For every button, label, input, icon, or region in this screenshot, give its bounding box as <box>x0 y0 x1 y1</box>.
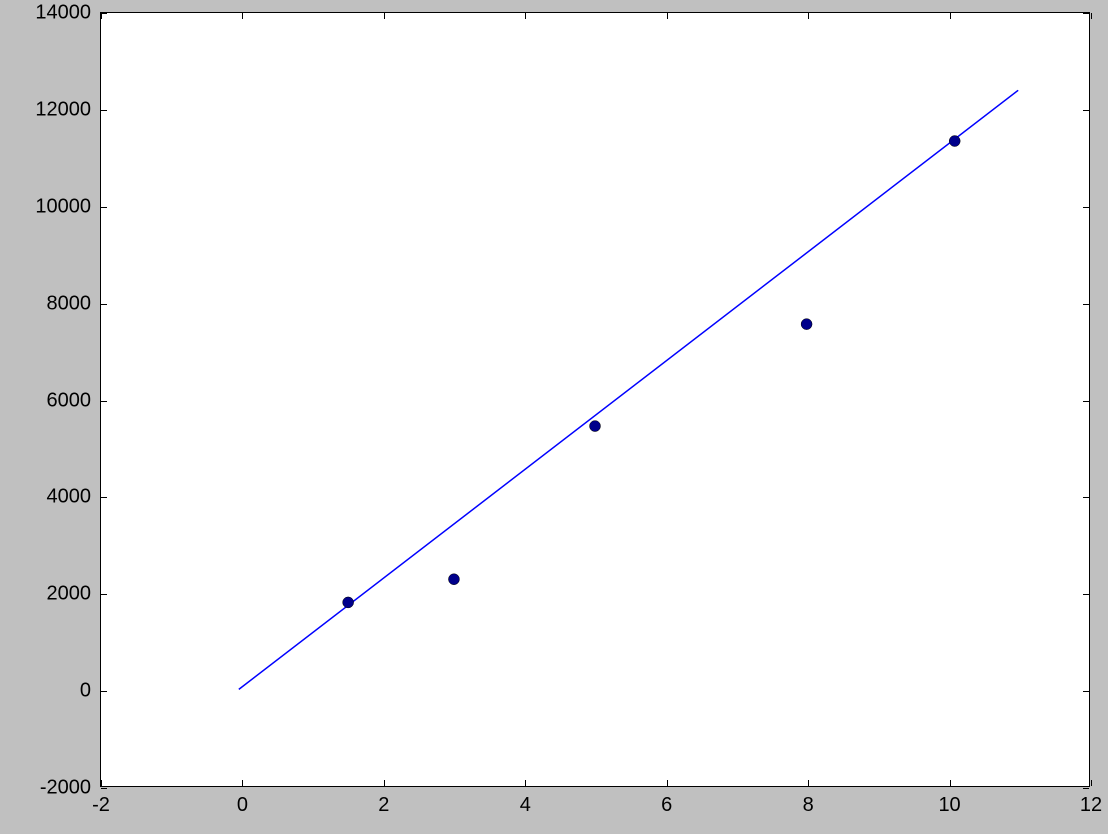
y-tick-mark <box>101 304 107 305</box>
x-tick-mark <box>667 13 668 19</box>
y-tick-mark <box>101 110 107 111</box>
y-tick-label: 2000 <box>47 583 92 606</box>
y-tick-mark <box>1083 207 1089 208</box>
x-tick-mark <box>667 780 668 786</box>
x-tick-label: 12 <box>1080 794 1102 817</box>
x-tick-mark <box>384 780 385 786</box>
y-tick-mark <box>1083 691 1089 692</box>
y-tick-label: 6000 <box>47 389 92 412</box>
x-tick-label: 8 <box>803 794 814 817</box>
x-tick-mark <box>525 13 526 19</box>
x-tick-mark <box>1091 780 1092 786</box>
y-tick-mark <box>101 207 107 208</box>
x-tick-mark <box>1091 13 1092 19</box>
y-tick-label: 10000 <box>35 195 91 218</box>
chart-svg <box>101 13 1089 786</box>
x-tick-mark <box>525 780 526 786</box>
y-tick-mark <box>1083 110 1089 111</box>
data-point <box>590 421 601 432</box>
y-tick-mark <box>1083 497 1089 498</box>
data-point <box>949 136 960 147</box>
y-tick-label: -2000 <box>40 777 91 800</box>
data-point <box>343 597 354 608</box>
y-tick-mark <box>1083 13 1089 14</box>
y-tick-mark <box>101 691 107 692</box>
x-tick-mark <box>242 780 243 786</box>
y-tick-label: 12000 <box>35 98 91 121</box>
y-tick-mark <box>101 497 107 498</box>
y-tick-mark <box>101 13 107 14</box>
x-tick-mark <box>808 13 809 19</box>
x-tick-mark <box>950 780 951 786</box>
y-tick-label: 0 <box>80 680 91 703</box>
y-tick-mark <box>1083 304 1089 305</box>
x-tick-label: 2 <box>378 794 389 817</box>
chart-plot-area: -2024681012-2000020004000600080001000012… <box>100 12 1090 787</box>
y-tick-mark <box>101 401 107 402</box>
x-tick-label: 10 <box>938 794 960 817</box>
x-tick-label: 4 <box>520 794 531 817</box>
x-tick-label: -2 <box>92 794 110 817</box>
y-tick-mark <box>1083 788 1089 789</box>
x-tick-mark <box>101 780 102 786</box>
y-tick-mark <box>1083 401 1089 402</box>
y-tick-mark <box>101 788 107 789</box>
x-tick-mark <box>950 13 951 19</box>
x-tick-mark <box>242 13 243 19</box>
y-tick-label: 14000 <box>35 2 91 25</box>
data-point <box>801 319 812 330</box>
y-tick-label: 4000 <box>47 486 92 509</box>
y-tick-mark <box>101 594 107 595</box>
y-tick-label: 8000 <box>47 292 92 315</box>
x-tick-mark <box>808 780 809 786</box>
data-point <box>448 574 459 585</box>
fit-line <box>239 90 1018 689</box>
x-tick-label: 0 <box>237 794 248 817</box>
x-tick-mark <box>384 13 385 19</box>
x-tick-label: 6 <box>661 794 672 817</box>
y-tick-mark <box>1083 594 1089 595</box>
